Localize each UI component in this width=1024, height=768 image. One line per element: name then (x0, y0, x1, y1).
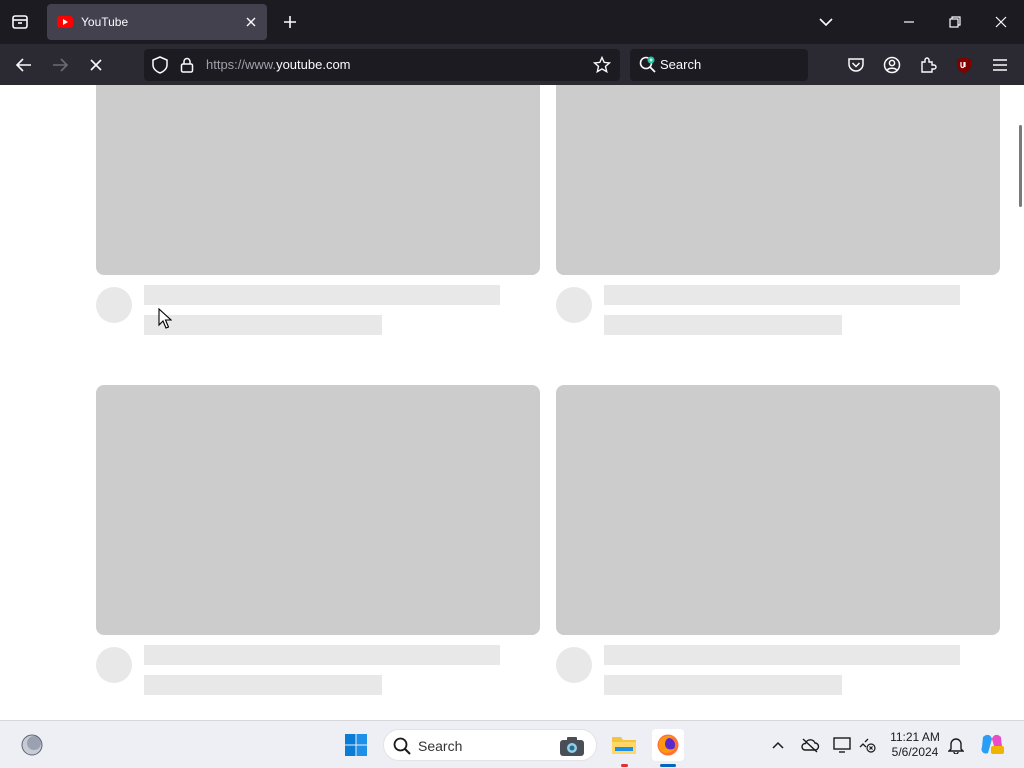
firefox-active-indicator (660, 764, 676, 767)
lock-icon[interactable] (177, 55, 197, 75)
camera-highlight-icon (560, 737, 584, 756)
taskbar-search-box[interactable]: Search (383, 729, 597, 761)
firefox-view-icon (12, 15, 28, 29)
close-icon (246, 17, 256, 27)
youtube-favicon-icon (57, 16, 73, 28)
pocket-icon (848, 58, 864, 72)
list-all-tabs-button[interactable] (812, 8, 840, 36)
plus-icon (284, 16, 296, 28)
video-meta-placeholder (604, 675, 842, 695)
browser-navigation-bar: https://www.youtube.com Search (0, 44, 1024, 85)
bell-icon (948, 738, 964, 754)
minimize-button[interactable] (895, 8, 923, 36)
close-icon (995, 16, 1007, 28)
account-button[interactable] (877, 50, 907, 80)
minimize-icon (904, 21, 914, 23)
arrow-right-icon (53, 58, 68, 72)
stop-loading-button[interactable] (81, 50, 111, 80)
restore-icon (949, 16, 961, 28)
account-icon (883, 56, 901, 74)
windows-logo-icon (345, 734, 367, 756)
youtube-page-content (0, 85, 1024, 720)
channel-avatar-placeholder (96, 287, 132, 323)
puzzle-icon (921, 57, 937, 73)
video-meta-placeholder (144, 675, 382, 695)
ublock-origin-icon (957, 57, 971, 73)
bookmark-star-button[interactable] (592, 55, 612, 75)
file-explorer-running-indicator (621, 764, 628, 767)
browser-tab-bar: YouTube (0, 0, 1024, 44)
video-thumbnail-placeholder (556, 385, 1000, 635)
firefox-taskbar-button[interactable] (652, 729, 684, 761)
network-disconnected-icon (859, 738, 876, 753)
url-text[interactable]: https://www.youtube.com (206, 57, 351, 72)
search-placeholder: Search (660, 57, 702, 72)
chevron-down-icon (819, 18, 833, 27)
url-scheme: https://www. (206, 57, 277, 72)
close-window-button[interactable] (987, 8, 1015, 36)
weather-widget-icon (21, 734, 43, 756)
arrow-left-icon (16, 58, 31, 72)
tab-title: YouTube (81, 15, 129, 29)
file-explorer-button[interactable] (608, 729, 640, 761)
notifications-button[interactable] (940, 729, 972, 761)
monitor-icon (833, 737, 851, 753)
video-title-placeholder (144, 645, 500, 665)
address-bar[interactable]: https://www.youtube.com (144, 49, 620, 81)
network-volume-button[interactable] (852, 729, 884, 761)
start-button[interactable] (340, 729, 372, 761)
copilot-button[interactable] (976, 729, 1008, 761)
video-title-placeholder (144, 285, 500, 305)
tab-youtube[interactable]: YouTube (47, 4, 267, 40)
widgets-button[interactable] (16, 729, 48, 761)
stop-x-icon (90, 59, 102, 71)
video-thumbnail-placeholder (96, 85, 540, 275)
pocket-button[interactable] (841, 50, 871, 80)
back-button[interactable] (9, 50, 39, 80)
extensions-button[interactable] (913, 50, 943, 80)
web-search-bar[interactable]: Search (630, 49, 808, 81)
system-clock[interactable]: 11:21 AM 5/6/2024 (884, 730, 946, 760)
mouse-pointer-icon (158, 308, 172, 329)
video-meta-placeholder (144, 315, 382, 335)
clock-date: 5/6/2024 (891, 745, 939, 759)
forward-button[interactable] (45, 50, 75, 80)
search-icon (393, 737, 411, 755)
hamburger-menu-icon (993, 59, 1007, 71)
ublock-origin-button[interactable] (949, 50, 979, 80)
firefox-view-button[interactable] (6, 8, 34, 36)
taskbar-search-placeholder: Search (418, 738, 463, 754)
search-engine-icon (639, 56, 656, 73)
app-menu-button[interactable] (985, 50, 1015, 80)
tracking-protection-shield-icon[interactable] (150, 55, 170, 75)
folder-icon (612, 737, 636, 754)
onedrive-status-button[interactable] (794, 729, 826, 761)
copilot-pre-icon (981, 734, 1004, 754)
video-title-placeholder (604, 645, 960, 665)
channel-avatar-placeholder (556, 287, 592, 323)
new-tab-button[interactable] (276, 8, 304, 36)
video-meta-placeholder (604, 315, 842, 335)
restore-button[interactable] (941, 8, 969, 36)
chevron-up-icon (772, 741, 784, 749)
star-icon (593, 56, 611, 74)
url-host: youtube.com (276, 57, 351, 72)
channel-avatar-placeholder (556, 647, 592, 683)
channel-avatar-placeholder (96, 647, 132, 683)
video-title-placeholder (604, 285, 960, 305)
video-thumbnail-placeholder (556, 85, 1000, 275)
tab-close-button[interactable] (239, 10, 263, 34)
cloud-offline-icon (801, 738, 820, 753)
clock-time: 11:21 AM (890, 730, 940, 744)
firefox-icon (657, 734, 679, 756)
windows-taskbar: Search 11:21 AM 5/6/2024 (0, 720, 1024, 768)
video-thumbnail-placeholder (96, 385, 540, 635)
show-hidden-icons-button[interactable] (762, 729, 794, 761)
scrollbar-thumb[interactable] (1019, 125, 1022, 207)
page-scrollbar[interactable] (1018, 85, 1024, 720)
